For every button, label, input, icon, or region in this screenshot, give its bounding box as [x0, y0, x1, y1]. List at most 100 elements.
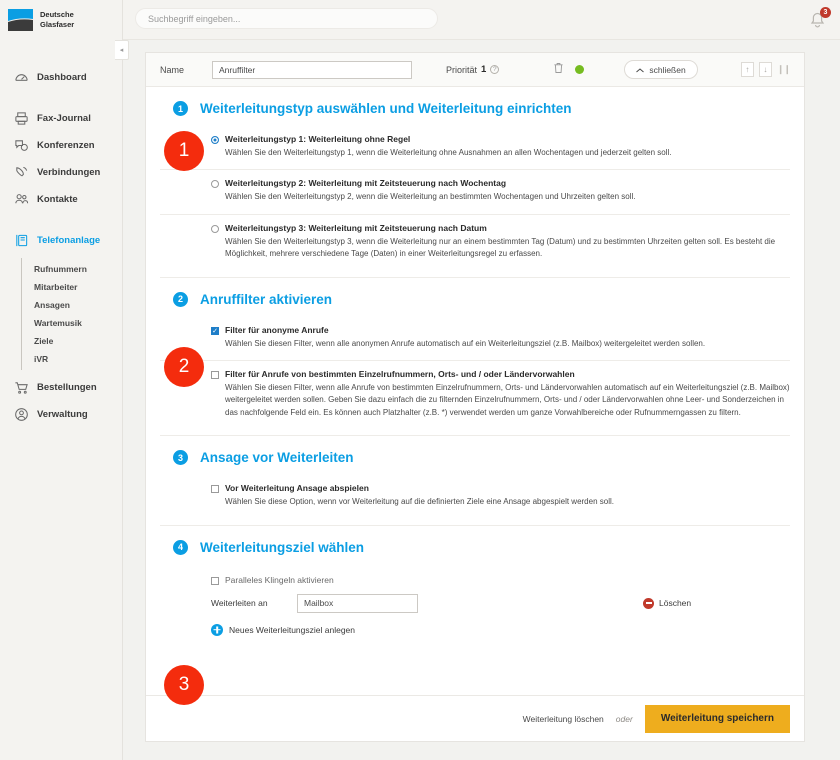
option-description: Wählen Sie diese Option, wenn vor Weiter… [225, 497, 614, 507]
top-bar: 3 [123, 0, 840, 40]
sidebar-item-ziele[interactable]: Ziele [34, 332, 122, 350]
cart-icon [14, 380, 29, 395]
notifications-button[interactable]: 3 [806, 7, 831, 34]
forward-to-label: Weiterleiten an [211, 598, 268, 609]
bell-icon [806, 12, 828, 34]
gauge-icon [14, 70, 29, 85]
sidebar-item-verbindungen[interactable]: Verbindungen [0, 159, 122, 186]
sidebar-item-fax-journal[interactable]: Fax-Journal [0, 105, 122, 132]
checkbox-play-announcement[interactable] [211, 485, 219, 494]
section-number: 1 [173, 101, 188, 116]
sidebar-item-mitarbeiter[interactable]: Mitarbeiter [34, 278, 122, 296]
sidebar-item-rufnummern[interactable]: Rufnummern [34, 260, 122, 278]
sidebar-item-label: Bestellungen [37, 382, 97, 393]
chat-icon [14, 138, 29, 153]
sidebar-item-wartemusik[interactable]: Wartemusik [34, 314, 122, 332]
sidebar-item-bestellungen[interactable]: Bestellungen [0, 374, 122, 401]
sidebar-item-label: Kontakte [37, 194, 78, 205]
info-icon[interactable]: ? [490, 65, 500, 74]
sidebar: Deutsche Glasfaser ◂ Dashboard Fax-Journ… [0, 0, 129, 760]
delete-forwarding-link[interactable]: Weiterleitung löschen [523, 714, 604, 724]
trash-icon[interactable] [553, 61, 564, 79]
sidebar-item-verwaltung[interactable]: Verwaltung [0, 401, 122, 428]
forwarding-target-block: Paralleles Klingeln aktivieren Weiterlei… [160, 565, 790, 644]
sidebar-item-kontakte[interactable]: Kontakte [0, 186, 122, 213]
number-filter-option[interactable]: Filter für Anrufe von bestimmten Einzelr… [160, 359, 790, 429]
sidebar-item-telefonanlage[interactable]: Telefonanlage [0, 227, 122, 254]
section-title: Weiterleitungstyp auswählen und Weiterle… [200, 101, 572, 116]
option-description: Wählen Sie diesen Filter, wenn alle anon… [225, 338, 706, 348]
checkbox-anonymous-filter[interactable]: ✓ [211, 326, 219, 335]
move-down-button[interactable]: ↓ [758, 62, 772, 77]
header-actions [553, 61, 585, 79]
section-3-header: 3 Ansage vor Weiterleiten [160, 435, 790, 475]
option-description: Wählen Sie den Weiterleitungstyp 3, wenn… [225, 236, 776, 259]
sidebar-item-konferenzen[interactable]: Konferenzen [0, 132, 122, 159]
deutsche-glasfaser-logo-icon [8, 8, 34, 32]
save-button[interactable]: Weiterleitung speichern [644, 704, 790, 733]
forward-to-input[interactable] [297, 593, 418, 613]
search-input[interactable] [135, 8, 438, 29]
sidebar-item-ansagen[interactable]: Ansagen [34, 296, 122, 314]
name-input[interactable] [212, 60, 413, 79]
sidebar-item-label: Verbindungen [37, 167, 101, 178]
option-description: Wählen Sie den Weiterleitungstyp 1, wenn… [225, 148, 672, 157]
card-header: Name Priorität 1 ? schließen ↑ ↓ ❙❙ [146, 53, 804, 87]
card-footer: Weiterleitung löschen oder Weiterleitung… [146, 695, 804, 741]
option-description: Wählen Sie den Weiterleitungstyp 2, wenn… [225, 192, 636, 202]
section-2-header: 2 Anruffilter aktivieren [160, 276, 790, 317]
option-description: Wählen Sie diesen Filter, wenn alle Anru… [225, 382, 790, 417]
section-title: Ansage vor Weiterleiten [200, 450, 354, 466]
minus-circle-icon [643, 597, 654, 609]
sidebar-item-label: Dashboard [37, 72, 87, 83]
section-1-header: 1 Weiterleitungstyp auswählen und Weiter… [160, 87, 790, 126]
name-label: Name [160, 64, 185, 75]
option-title: Weiterleitungstyp 1: Weiterleitung ohne … [225, 134, 411, 144]
plus-circle-icon [211, 623, 223, 636]
radio-forwarding-type-1[interactable] [211, 136, 219, 144]
sidebar-collapse-button[interactable]: ◂ [115, 40, 129, 60]
brand-name-line2: Glasfaser [40, 20, 75, 29]
section-number: 4 [173, 539, 188, 555]
user-circle-icon [14, 407, 29, 422]
option-title: Weiterleitungstyp 3: Weiterleitung mit Z… [225, 222, 487, 233]
forwarding-type-3-option[interactable]: Weiterleitungstyp 3: Weiterleitung mit Z… [160, 213, 790, 271]
or-separator: oder [615, 713, 633, 724]
forward-to-row: Weiterleiten an Löschen [211, 593, 790, 613]
brand-logo[interactable]: Deutsche Glasfaser [0, 0, 122, 32]
forwarding-type-2-option[interactable]: Weiterleitungstyp 2: Weiterleitung mit Z… [160, 169, 790, 213]
section-title: Weiterleitungsziel wählen [200, 539, 365, 555]
checkbox-parallel-ring[interactable] [211, 576, 219, 585]
delete-target-button[interactable]: Löschen [643, 597, 745, 609]
sidebar-subnav: Rufnummern Mitarbeiter Ansagen Wartemusi… [21, 258, 122, 370]
radio-forwarding-type-2[interactable] [211, 180, 219, 189]
reorder-controls: ↑ ↓ ❙❙ [740, 62, 791, 77]
add-target-button[interactable]: Neues Weiterleitungsziel anlegen [211, 623, 790, 636]
checkbox-number-filter[interactable] [211, 370, 219, 379]
collapse-button-label: schließen [649, 64, 686, 75]
move-up-button[interactable]: ↑ [740, 62, 754, 77]
section-number: 2 [173, 291, 188, 307]
option-title: Vor Weiterleitung Ansage abspielen [225, 483, 369, 494]
drag-handle-icon[interactable]: ❙❙ [777, 64, 791, 75]
anonymous-filter-option[interactable]: ✓ Filter für anonyme Anrufe Wählen Sie d… [160, 317, 790, 360]
sidebar-item-label: Telefonanlage [37, 235, 101, 246]
forwarding-rule-card: Name Priorität 1 ? schließen ↑ ↓ ❙❙ [145, 52, 805, 742]
sidebar-item-ivr[interactable]: iVR [34, 350, 122, 368]
collapse-button[interactable]: schließen [624, 60, 698, 79]
status-badge [575, 65, 585, 74]
notification-badge: 3 [820, 7, 831, 18]
announcement-option[interactable]: Vor Weiterleitung Ansage abspielen Wähle… [160, 475, 790, 518]
priority-value: 1 [481, 64, 487, 75]
option-title: Weiterleitungstyp 2: Weiterleitung mit Z… [225, 178, 507, 189]
brand-name: Deutsche Glasfaser [40, 10, 74, 30]
sidebar-item-dashboard[interactable]: Dashboard [0, 64, 122, 91]
sidebar-nav: Dashboard Fax-Journal Konferenzen Verbin… [0, 64, 122, 428]
parallel-ring-row[interactable]: Paralleles Klingeln aktivieren [211, 575, 790, 585]
forwarding-type-1-option[interactable]: Weiterleitungstyp 1: Weiterleitung ohne … [160, 126, 790, 169]
radio-forwarding-type-3[interactable] [211, 224, 219, 233]
section-number: 3 [173, 450, 188, 466]
add-target-label: Neues Weiterleitungsziel anlegen [229, 624, 356, 635]
sidebar-item-label: Konferenzen [37, 140, 95, 151]
delete-target-label: Löschen [659, 598, 692, 609]
